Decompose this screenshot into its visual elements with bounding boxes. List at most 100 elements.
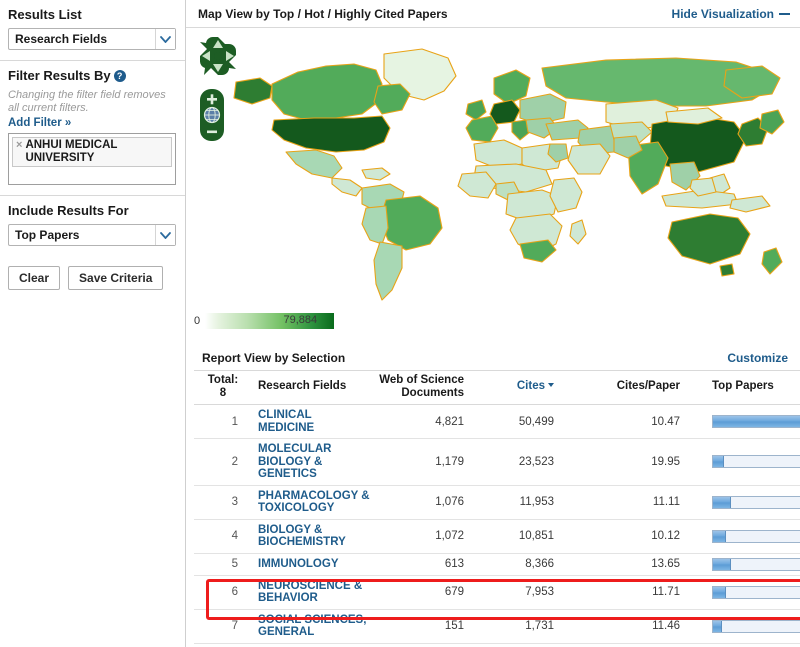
filter-results-label: Filter Results By (8, 68, 111, 83)
results-list-value[interactable]: Research Fields (8, 28, 176, 50)
table-row[interactable]: 5IMMUNOLOGY6138,36613.657 (194, 553, 800, 575)
row-cites: 8,366 (482, 553, 586, 575)
include-results-value[interactable]: Top Papers (8, 224, 176, 246)
column-top-papers[interactable]: Top Papers (698, 371, 800, 405)
row-cites: 11,953 (482, 485, 586, 519)
hide-visualization-label: Hide Visualization (672, 7, 774, 21)
filter-chip-label: ANHUI MEDICAL UNIVERSITY (25, 139, 168, 164)
include-results-dropdown[interactable]: Top Papers (8, 224, 176, 246)
top-papers-bar-fill (713, 559, 731, 570)
row-cites: 131,683 (482, 643, 586, 647)
row-rank: 7 (194, 609, 252, 643)
save-criteria-button[interactable]: Save Criteria (68, 266, 163, 290)
table-row[interactable]: 1CLINICAL MEDICINE4,82150,49910.4743 (194, 405, 800, 439)
table-row[interactable]: 7SOCIAL SCIENCES, GENERAL1511,73111.463 (194, 609, 800, 643)
column-cites-label: Cites (517, 380, 545, 392)
top-papers-bar-fill (713, 587, 726, 598)
row-rank: 5 (194, 553, 252, 575)
row-research-field[interactable]: MOLECULAR BIOLOGY & GENETICS (252, 439, 370, 486)
filter-chip[interactable]: × ANHUI MEDICAL UNIVERSITY (12, 137, 172, 167)
row-wos-documents: 1,076 (370, 485, 482, 519)
chevron-down-icon[interactable] (155, 225, 175, 245)
table-row[interactable]: 6NEUROSCIENCE & BEHAVIOR6797,95311.715 (194, 575, 800, 609)
include-results-section: Include Results For Top Papers (0, 196, 185, 256)
country-south-africa (520, 240, 556, 262)
row-research-field-link[interactable]: MOLECULAR BIOLOGY & GENETICS (258, 443, 331, 480)
row-top-papers: 7 (698, 485, 800, 519)
row-research-field[interactable]: BIOLOGY & BIOCHEMISTRY (252, 519, 370, 553)
row-top-papers: 4 (698, 439, 800, 486)
column-cites[interactable]: Cites (482, 371, 586, 405)
legend-max-label: 79,884 (283, 314, 317, 326)
row-rank: 1 (194, 405, 252, 439)
row-research-field-link[interactable]: SOCIAL SCIENCES, GENERAL (258, 614, 366, 639)
row-cites-per-paper: 19.95 (586, 439, 698, 486)
row-wos-documents: 1,179 (370, 439, 482, 486)
row-research-field[interactable]: IMMUNOLOGY (252, 553, 370, 575)
table-row[interactable]: 0ALL FIELDS11,115131,68311.8590 (194, 643, 800, 647)
page-root: Results List Research Fields Filter Resu… (0, 0, 800, 647)
world-map-visualization[interactable] (186, 28, 800, 309)
country-new-zealand (762, 248, 782, 274)
chevron-down-icon[interactable] (155, 29, 175, 49)
customize-link[interactable]: Customize (727, 351, 788, 365)
row-cites-per-paper: 10.12 (586, 519, 698, 553)
row-top-papers: 3 (698, 609, 800, 643)
row-top-papers: 7 (698, 553, 800, 575)
row-research-field[interactable]: SOCIAL SCIENCES, GENERAL (252, 609, 370, 643)
country-australia (668, 214, 750, 264)
column-research-fields[interactable]: Research Fields (252, 371, 370, 405)
row-cites: 23,523 (482, 439, 586, 486)
row-research-field[interactable]: PHARMACOLOGY & TOXICOLOGY (252, 485, 370, 519)
report-panel: Report View by Selection Customize Total… (194, 345, 800, 647)
column-cites-per-paper[interactable]: Cites/Paper (586, 371, 698, 405)
top-papers-bar: 43 (712, 415, 800, 428)
map-zoom-control[interactable] (200, 89, 224, 144)
world-map-svg (186, 28, 790, 309)
row-research-field-link[interactable]: IMMUNOLOGY (258, 558, 339, 570)
clear-button[interactable]: Clear (8, 266, 60, 290)
country-madagascar (570, 220, 586, 244)
filter-results-heading: Filter Results By? (8, 68, 177, 83)
country-canada (272, 64, 382, 120)
table-row[interactable]: 4BIOLOGY & BIOCHEMISTRY1,07210,85110.125 (194, 519, 800, 553)
row-research-field-link[interactable]: NEUROSCIENCE & BEHAVIOR (258, 580, 362, 605)
column-total: Total: 8 (194, 371, 252, 405)
row-research-field[interactable]: CLINICAL MEDICINE (252, 405, 370, 439)
top-papers-bar: 3 (712, 620, 800, 633)
row-research-field[interactable]: ALL FIELDS (252, 643, 370, 647)
column-wos-documents[interactable]: Web of Science Documents (370, 371, 482, 405)
results-list-section: Results List Research Fields (0, 0, 185, 61)
sort-descending-caret-icon (548, 383, 554, 387)
main-content: Map View by Top / Hot / Highly Cited Pap… (186, 0, 800, 647)
zoom-slider-icon (200, 89, 224, 141)
country-uk-ireland (466, 100, 486, 120)
top-papers-bar: 5 (712, 586, 800, 599)
country-caribbean (362, 168, 390, 180)
country-canada-east (374, 84, 410, 114)
row-research-field-link[interactable]: CLINICAL MEDICINE (258, 409, 314, 434)
top-papers-bar-fill (713, 456, 724, 467)
row-rank: 6 (194, 575, 252, 609)
remove-filter-icon[interactable]: × (16, 139, 22, 152)
globe-icon (205, 108, 220, 123)
row-cites-per-paper: 13.65 (586, 553, 698, 575)
map-pan-control[interactable] (200, 37, 236, 78)
hide-visualization-link[interactable]: Hide Visualization (672, 7, 790, 21)
country-brazil (380, 196, 442, 250)
row-research-field-link[interactable]: BIOLOGY & BIOCHEMISTRY (258, 524, 346, 549)
country-japan (760, 110, 784, 134)
help-icon[interactable]: ? (114, 70, 126, 82)
row-research-field[interactable]: NEUROSCIENCE & BEHAVIOR (252, 575, 370, 609)
add-filter-link[interactable]: Add Filter » (8, 117, 177, 129)
row-research-field-link[interactable]: PHARMACOLOGY & TOXICOLOGY (258, 490, 370, 515)
results-list-dropdown[interactable]: Research Fields (8, 28, 176, 50)
sidebar-button-row: Clear Save Criteria (0, 256, 185, 290)
table-row[interactable]: 2MOLECULAR BIOLOGY & GENETICS1,17923,523… (194, 439, 800, 486)
minus-icon (207, 131, 217, 134)
report-panel-header: Report View by Selection Customize (194, 345, 800, 371)
filter-note: Changing the filter field removes all cu… (8, 89, 177, 114)
total-label: Total: (194, 374, 252, 387)
table-header: Total: 8 Research Fields Web of Science … (194, 371, 800, 405)
table-row[interactable]: 3PHARMACOLOGY & TOXICOLOGY1,07611,95311.… (194, 485, 800, 519)
